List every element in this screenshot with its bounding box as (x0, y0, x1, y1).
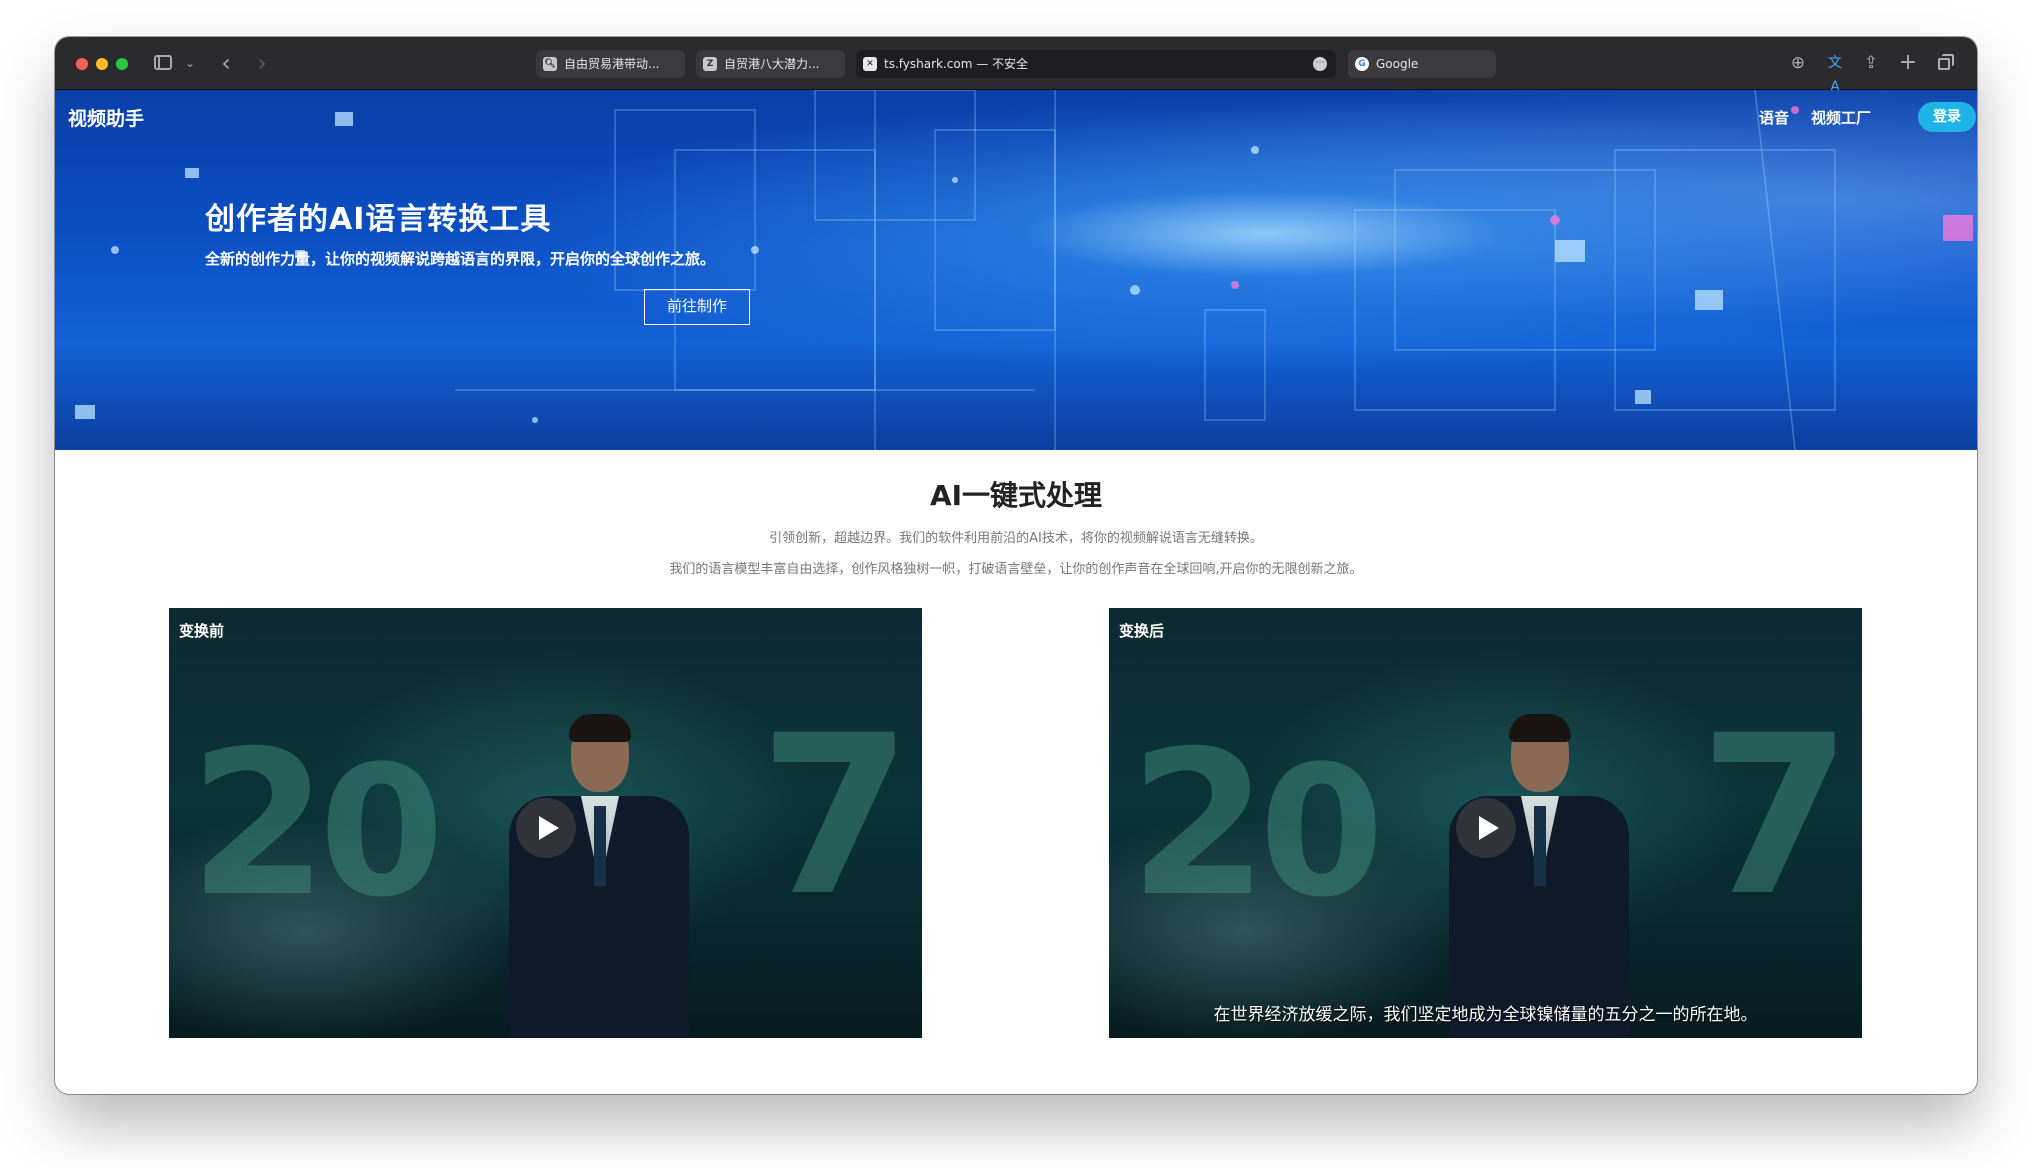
tab-1[interactable]: 🔍︎ 自由贸易港带动... (536, 50, 685, 78)
start-creating-button[interactable]: 前往制作 (644, 289, 750, 325)
browser-window: ⌄ ‹ › 🔍︎ 自由贸易港带动... Z 自贸港八大潜力... ✕ ts.fy… (55, 37, 1977, 1094)
nav-voice[interactable]: 语音 (1759, 107, 1789, 128)
section-description-2: 我们的语言模型丰富自由选择，创作风格独树一帜，打破语言壁垒，让你的创作声音在全球… (669, 562, 1363, 577)
new-tab-icon[interactable]: + (1897, 51, 1919, 75)
forward-icon[interactable]: › (253, 51, 271, 75)
tab-overview-icon[interactable] (1934, 51, 1956, 75)
tab-active-address[interactable]: ✕ ts.fyshark.com — 不安全 ··· (856, 50, 1336, 78)
decor-digit: 7 (759, 688, 913, 944)
tab-3-label: ts.fyshark.com — 不安全 (884, 57, 1029, 71)
hero-background-graphic (75, 90, 1973, 450)
section-title: AI一键式处理 (929, 479, 1103, 512)
site-icon: ✕ (863, 57, 877, 71)
brand-logo[interactable]: 视频助手 (68, 104, 144, 131)
minimize-window-button[interactable] (96, 58, 108, 70)
tab-4[interactable]: G Google (1348, 50, 1496, 78)
translate-icon[interactable]: 文A (1824, 51, 1846, 95)
video-before[interactable]: 2 0 7 变换前 (169, 608, 922, 1038)
play-icon[interactable] (1456, 798, 1516, 858)
z-icon: Z (703, 57, 717, 71)
video-after[interactable]: 2 0 7 变换后 在世界经济放缓之际，我们坚定地成为全球镍储量的五分之一的所在… (1109, 608, 1862, 1038)
decor-digit: 0 (1259, 728, 1385, 937)
hero-title: 创作者的AI语言转换工具 (205, 202, 552, 237)
chevron-down-icon[interactable]: ⌄ (184, 52, 196, 74)
google-icon: G (1355, 57, 1369, 71)
video-label-after: 变换后 (1119, 622, 1165, 640)
decor-digit: 7 (1699, 688, 1853, 944)
video-label-before: 变换前 (179, 622, 225, 640)
login-button[interactable]: 登录 (1918, 102, 1976, 132)
tab-2[interactable]: Z 自贸港八大潜力... (696, 50, 845, 78)
play-icon[interactable] (516, 798, 576, 858)
video-subtitle-after: 在世界经济放缓之际，我们坚定地成为全球镍储量的五分之一的所在地。 (1213, 1005, 1758, 1025)
download-icon[interactable]: ⊕ (1787, 51, 1809, 75)
zoom-window-button[interactable] (116, 58, 128, 70)
decor-digit: 2 (1129, 708, 1269, 941)
decor-digit: 2 (189, 708, 329, 941)
back-icon[interactable]: ‹ (217, 51, 235, 75)
tab-4-label: Google (1376, 57, 1419, 71)
search-icon: 🔍︎ (543, 57, 557, 71)
presenter-figure (1439, 714, 1639, 1038)
nav-video-factory[interactable]: 视频工厂 (1811, 107, 1871, 128)
hero-subtitle: 全新的创作力量，让你的视频解说跨越语言的界限，开启你的全球创作之旅。 (205, 250, 716, 268)
presenter-figure (499, 714, 699, 1038)
share-icon[interactable]: ⇪ (1860, 51, 1882, 75)
decor-digit: 0 (319, 728, 445, 937)
tab-1-label: 自由贸易港带动... (564, 57, 660, 71)
section-description-1: 引领创新，超越边界。我们的软件利用前沿的AI技术，将你的视频解说语言无缝转换。 (769, 531, 1263, 546)
tab-2-label: 自贸港八大潜力... (724, 57, 820, 71)
more-icon[interactable]: ··· (1313, 57, 1327, 71)
browser-toolbar: ⌄ ‹ › 🔍︎ 自由贸易港带动... Z 自贸港八大潜力... ✕ ts.fy… (55, 37, 1977, 95)
sidebar-toggle-icon[interactable] (152, 52, 174, 74)
hero-banner: 视频助手 语音 视频工厂 登录 创作者的AI语言转换工具 全新的创作力量，让你的… (55, 90, 1977, 450)
close-window-button[interactable] (76, 58, 88, 70)
